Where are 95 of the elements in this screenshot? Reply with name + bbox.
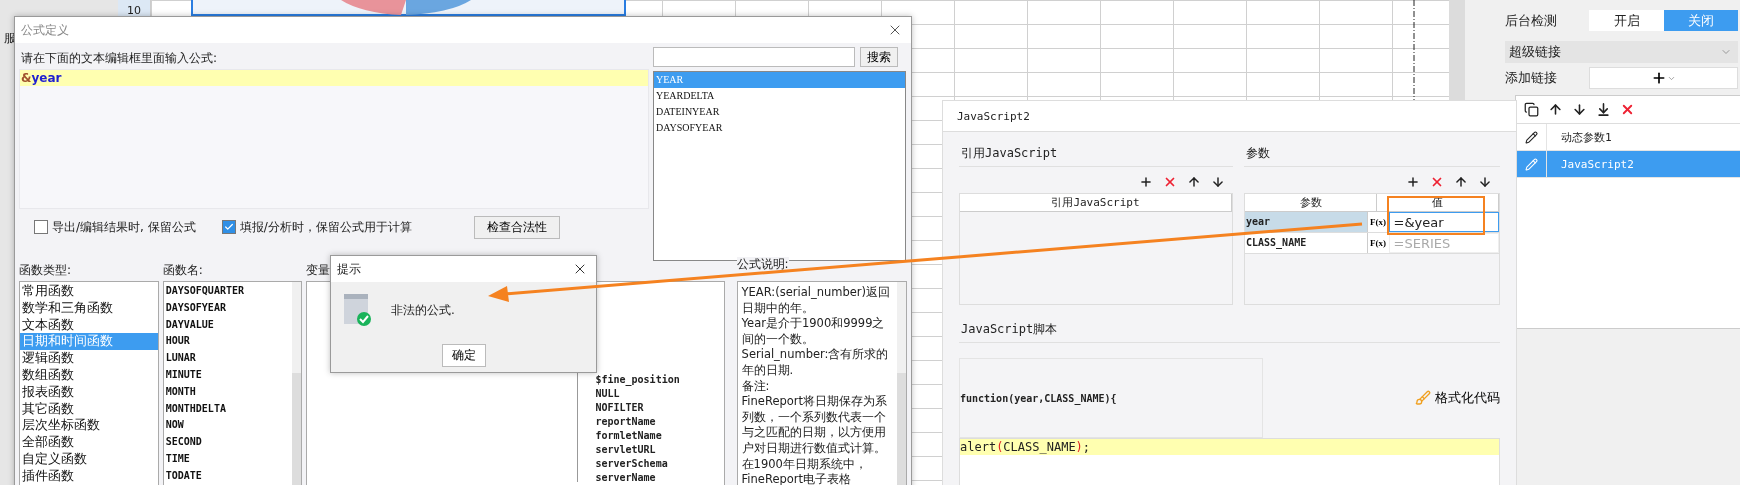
dialog-title: 公式定义 xyxy=(21,21,69,39)
move-up-icon[interactable] xyxy=(1187,175,1201,189)
list-item[interactable]: 全部函数 xyxy=(20,434,158,451)
list-item[interactable]: YEARDELTA xyxy=(654,88,905,104)
description-text: 备注: xyxy=(741,378,771,395)
add-icon[interactable] xyxy=(1139,175,1153,189)
tree-item[interactable]: servletURL xyxy=(573,443,724,457)
list-item[interactable]: 其它函数 xyxy=(20,400,158,418)
copy-icon[interactable] xyxy=(1524,102,1539,117)
delete-icon[interactable] xyxy=(1430,175,1444,189)
scrollbar[interactable] xyxy=(1449,0,1465,100)
field-label: 后台检测 xyxy=(1504,11,1558,30)
list-label: 函数名: xyxy=(162,263,203,277)
list-item[interactable]: 层次坐标函数 xyxy=(20,417,158,435)
list-item[interactable]: SECOND xyxy=(163,434,293,451)
value-field[interactable]: =&year xyxy=(1388,212,1499,232)
list-item[interactable]: 自定义函数 xyxy=(20,450,158,468)
field-label: 添加链接 xyxy=(1504,69,1558,87)
list-item[interactable]: 插件函数 xyxy=(20,467,158,485)
column-header: 值 xyxy=(1377,194,1499,211)
checkbox[interactable] xyxy=(221,220,236,234)
link-item[interactable]: 动态参数1 xyxy=(1516,124,1740,151)
dialog-title: 提示 xyxy=(337,260,361,278)
tree-item[interactable]: reportName xyxy=(573,415,724,429)
check-icon xyxy=(223,222,234,232)
scrollbar[interactable] xyxy=(292,282,302,485)
list-item[interactable]: MONTH xyxy=(163,383,293,401)
description-text: YEAR:(serial_number)返回日期中的年。 xyxy=(741,285,892,317)
list-item[interactable]: DAYSOFYEAR xyxy=(163,299,293,317)
formula-button[interactable]: F(x) xyxy=(1366,212,1389,232)
move-down-icon[interactable] xyxy=(1478,175,1492,189)
check-validity-button[interactable]: 检查合法性 xyxy=(473,215,560,239)
list-item[interactable]: 数组函数 xyxy=(20,367,158,384)
checkbox-label: 填报/分析时，保留公式用于计算 xyxy=(239,218,412,236)
list-item[interactable]: MINUTE xyxy=(163,367,293,384)
tree-item[interactable]: formletName xyxy=(573,429,724,443)
list-item[interactable]: DAYVALUE xyxy=(163,316,293,334)
delete-icon[interactable] xyxy=(1620,102,1635,117)
list-item[interactable]: DAYSOFQUARTER xyxy=(163,283,293,300)
list-item[interactable]: DAYSOFYEAR xyxy=(654,120,905,136)
search-button[interactable]: 搜索 xyxy=(860,47,898,67)
tree-item[interactable]: $fine_position xyxy=(573,373,724,387)
list-item[interactable]: TODATE xyxy=(163,467,293,485)
formula-text: &year xyxy=(20,70,648,86)
list-item[interactable]: 常用函数 xyxy=(20,283,158,300)
description-text: Serial_number:含有所求的年的日期. xyxy=(741,347,890,379)
list-item[interactable]: MONTHDELTA xyxy=(163,400,293,418)
format-code-button[interactable]: 格式化代码 xyxy=(1415,389,1500,407)
pencil-icon xyxy=(1524,157,1538,171)
list-item[interactable]: 逻辑函数 xyxy=(20,350,158,367)
ok-button[interactable]: 确定 xyxy=(441,344,486,367)
code-editor[interactable]: alert(CLASS_NAME); xyxy=(959,438,1500,485)
instruction-text: 请在下面的文本编辑框里面输入公式: xyxy=(20,50,219,67)
checkbox-label: 导出/编辑结果时, 保留公式 xyxy=(52,218,196,236)
checkbox[interactable] xyxy=(34,220,48,234)
list-item[interactable]: LUNAR xyxy=(163,350,293,367)
move-bottom-icon[interactable] xyxy=(1596,102,1611,117)
tree-item[interactable]: serverSchema xyxy=(573,457,724,471)
section-header[interactable]: 超级链接 xyxy=(1505,41,1738,63)
move-down-icon[interactable] xyxy=(1572,102,1587,117)
tree-item[interactable]: serverName xyxy=(573,471,724,485)
list-item[interactable]: 报表函数 xyxy=(20,383,158,401)
function-signature: function(year,CLASS_NAME){ xyxy=(959,358,1263,438)
pencil-icon xyxy=(1524,130,1538,144)
list-item[interactable]: DATEINYEAR xyxy=(654,104,905,120)
alert-message: 非法的公式. xyxy=(391,301,455,319)
description-text: Year是介于1900和9999之间的一个数。 xyxy=(741,316,886,348)
list-item[interactable]: 数学和三角函数 xyxy=(20,299,158,317)
column-header: 引用JavaScript xyxy=(960,194,1232,211)
section-label: 参数 xyxy=(1244,139,1500,167)
list-label: 变量 xyxy=(306,263,331,277)
tree-item[interactable]: NULL xyxy=(573,387,724,401)
list-item[interactable]: 文本函数 xyxy=(20,316,158,334)
panel-title: JavaScript2 xyxy=(957,109,1030,123)
description-text: FineReport将日期保存为系列数，一个系列数代表一个与之匹配的日期，以方便用户对日期进行数值式计算。在1900年日期系统中，FineReport电子表格 xyxy=(741,394,889,485)
move-up-icon[interactable] xyxy=(1548,102,1563,117)
tree-item[interactable]: NOFILTER xyxy=(573,401,724,415)
delete-icon[interactable] xyxy=(1163,175,1177,189)
section-title: 超级链接 xyxy=(1509,43,1561,61)
add-icon[interactable] xyxy=(1406,175,1420,189)
brush-icon xyxy=(1415,390,1431,406)
scrollbar[interactable] xyxy=(897,282,906,485)
success-icon xyxy=(343,293,373,327)
list-label: 函数类型: xyxy=(19,263,72,277)
list-item[interactable]: TIME xyxy=(163,450,293,468)
column-header: 参数 xyxy=(1245,194,1378,211)
list-item[interactable]: HOUR xyxy=(163,333,293,351)
move-up-icon[interactable] xyxy=(1454,175,1468,189)
section-label: 引用JavaScript xyxy=(959,139,1233,167)
list-item[interactable]: NOW xyxy=(163,417,293,435)
search-field[interactable] xyxy=(653,47,855,67)
move-down-icon[interactable] xyxy=(1211,175,1225,189)
list-label: 公式说明: xyxy=(736,257,789,271)
section-label: JavaScript脚本 xyxy=(959,315,1500,343)
formula-editor[interactable]: &year xyxy=(19,69,649,209)
